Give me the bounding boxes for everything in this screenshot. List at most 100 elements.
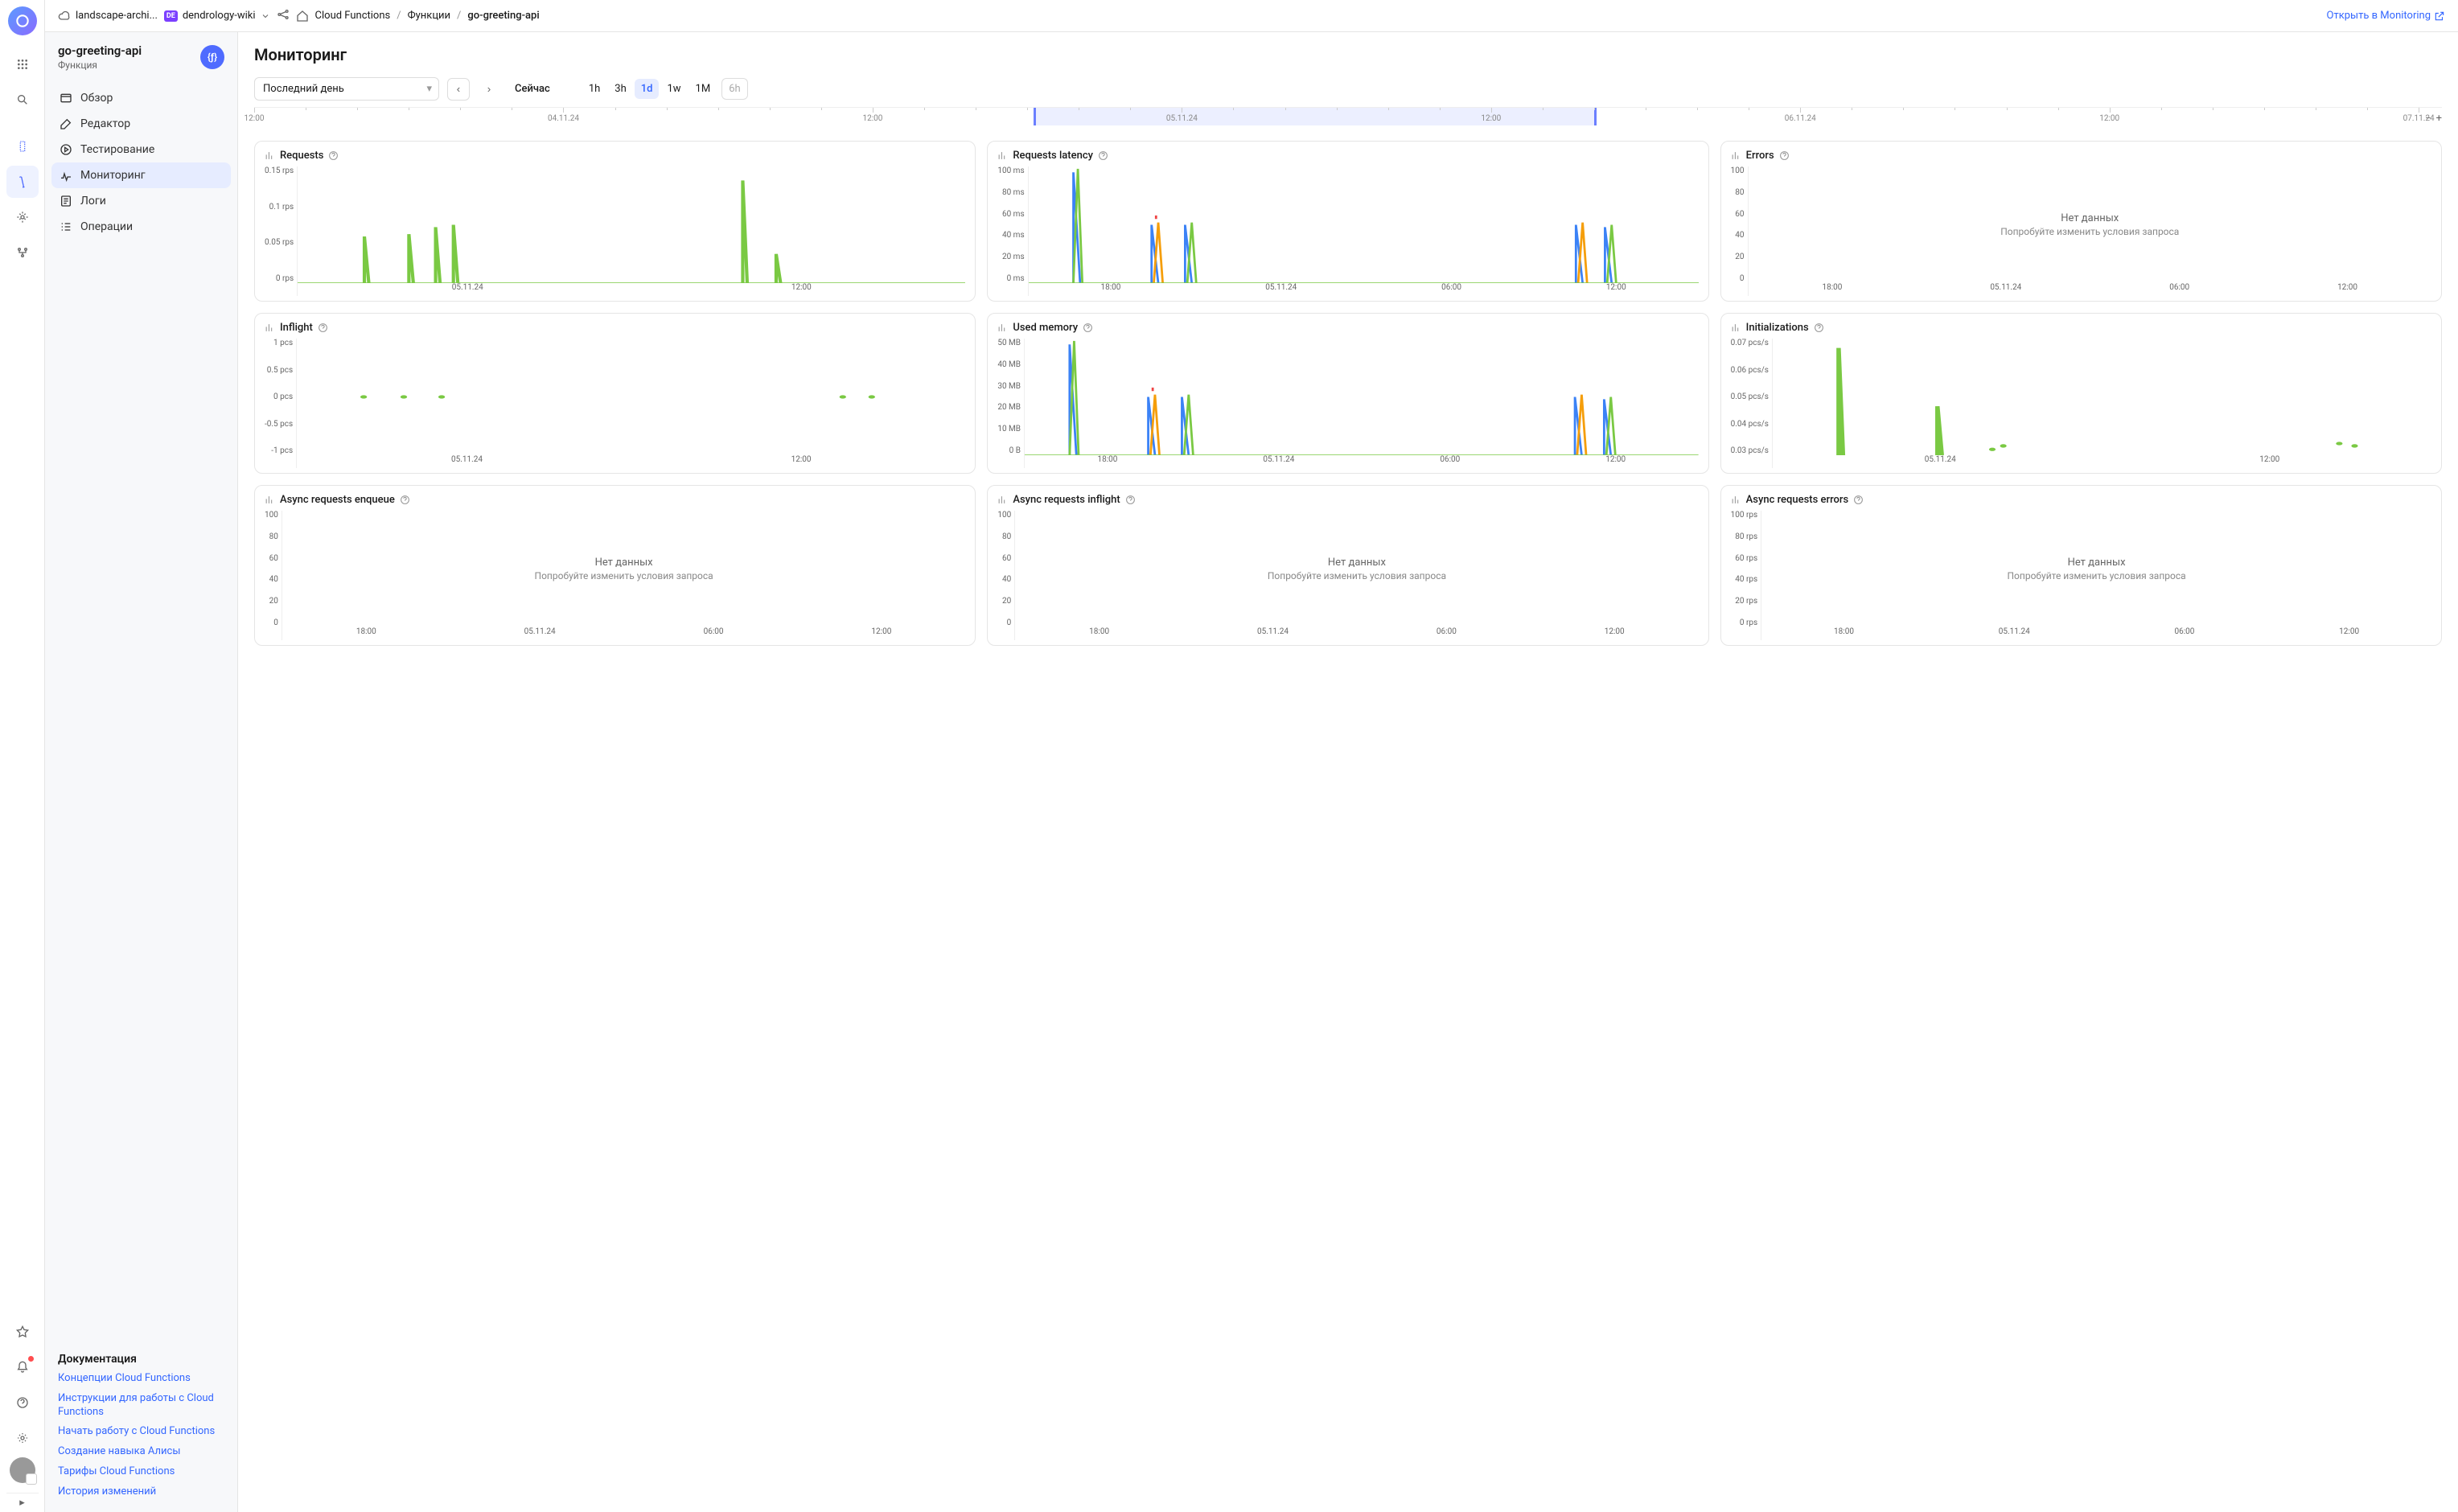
search-icon[interactable]: [6, 84, 39, 116]
plot[interactable]: 05.11.2412:00: [1772, 339, 2431, 468]
breadcrumb-item: go-greeting-api: [467, 10, 539, 22]
star-icon[interactable]: [6, 1316, 39, 1348]
function-icon: {ƒ}: [200, 45, 224, 69]
plot[interactable]: 18:0005.11.2406:0012:00: [1024, 339, 1699, 468]
next-button[interactable]: ›: [478, 78, 500, 101]
now-button[interactable]: Сейчас: [508, 79, 557, 99]
preset-1d[interactable]: 1d: [635, 79, 660, 99]
y-axis: 50 MB40 MB30 MB20 MB10 MB0 B: [997, 339, 1024, 468]
chart-title: Errors: [1746, 150, 1774, 162]
zoom-in-icon[interactable]: +: [2436, 113, 2442, 125]
x-axis: 05.11.2412:00: [298, 283, 965, 296]
plot[interactable]: Нет данныхПопробуйте изменить условия за…: [282, 511, 965, 640]
nav-overview[interactable]: Обзор: [51, 85, 231, 111]
graph-icon[interactable]: [277, 8, 290, 24]
help-icon[interactable]: [328, 150, 339, 161]
plot[interactable]: 05.11.2412:00: [297, 166, 965, 296]
bell-icon[interactable]: [6, 1351, 39, 1383]
help-icon[interactable]: [1098, 150, 1108, 161]
topbar: landscape-archi... DEdendrology-wiki Clo…: [45, 0, 2458, 32]
gear-icon[interactable]: [6, 1422, 39, 1454]
y-axis: 100806040200: [1731, 166, 1748, 296]
chart-title: Async requests inflight: [1013, 494, 1120, 506]
rail-function-outline-icon[interactable]: [6, 130, 39, 162]
help-icon[interactable]: [1083, 323, 1093, 333]
preset-6h[interactable]: 6h: [721, 78, 747, 100]
apps-icon[interactable]: [6, 48, 39, 80]
play-icon: [60, 143, 72, 156]
overview-icon: [60, 92, 72, 105]
chart-latency: Requests latency100 ms80 ms60 ms40 ms20 …: [987, 141, 1708, 302]
docs-heading: Документация: [58, 1353, 224, 1366]
doc-link[interactable]: Тарифы Cloud Functions: [58, 1465, 224, 1479]
nav-monitoring[interactable]: Мониторинг: [51, 162, 231, 188]
range-select[interactable]: Последний день: [254, 77, 439, 101]
collapse-icon[interactable]: ▸: [6, 1493, 39, 1512]
plot[interactable]: Нет данныхПопробуйте изменить условия за…: [1761, 511, 2431, 640]
chart-icon: [997, 323, 1008, 333]
rail-network-icon[interactable]: [6, 236, 39, 269]
prev-button[interactable]: ‹: [447, 78, 470, 101]
chart-inflight: Inflight1 pcs0.5 pcs0 pcs-0.5 pcs-1 pcs0…: [254, 313, 976, 474]
help-icon[interactable]: [400, 495, 410, 505]
no-data: Нет данныхПопробуйте изменить условия за…: [1761, 511, 2431, 640]
no-data: Нет данныхПопробуйте изменить условия за…: [1749, 166, 2431, 296]
preset-1h[interactable]: 1h: [582, 79, 606, 99]
help-icon[interactable]: [1125, 495, 1136, 505]
home-icon[interactable]: [296, 10, 309, 23]
help-icon[interactable]: [318, 323, 328, 333]
breadcrumb-service[interactable]: Cloud Functions: [315, 10, 391, 22]
help-icon[interactable]: [1779, 150, 1790, 161]
open-monitoring-link[interactable]: Открыть в Monitoring: [2327, 10, 2446, 22]
chart-icon: [1731, 495, 1741, 505]
nav-testing[interactable]: Тестирование: [51, 137, 231, 162]
chart-icon: [1731, 150, 1741, 161]
x-axis: 18:0005.11.2406:0012:00: [1025, 455, 1699, 468]
help-icon[interactable]: [1853, 495, 1864, 505]
preset-1M[interactable]: 1M: [689, 79, 717, 99]
doc-link[interactable]: Концепции Cloud Functions: [58, 1372, 224, 1386]
plot[interactable]: Нет данныхПопробуйте изменить условия за…: [1748, 166, 2431, 296]
rail-settings-icon[interactable]: [6, 201, 39, 233]
doc-link[interactable]: Начать работу с Cloud Functions: [58, 1425, 224, 1439]
timeline[interactable]: 12:0004.11.2412:0005.11.2412:0006.11.241…: [254, 107, 2442, 129]
preset-3h[interactable]: 3h: [608, 79, 632, 99]
logs-icon: [60, 195, 72, 207]
timeline-selection[interactable]: [1034, 108, 1597, 125]
folder-badge: DE: [164, 10, 178, 22]
avatar[interactable]: [10, 1457, 35, 1483]
y-axis: 100806040200: [997, 511, 1014, 640]
doc-link[interactable]: Создание навыка Алисы: [58, 1445, 224, 1459]
doc-link[interactable]: Инструкции для работы с Cloud Functions: [58, 1392, 224, 1420]
no-data: Нет данныхПопробуйте изменить условия за…: [1015, 511, 1698, 640]
chart-title: Async requests errors: [1746, 494, 1849, 506]
plot[interactable]: Нет данныхПопробуйте изменить условия за…: [1014, 511, 1698, 640]
breadcrumb-section[interactable]: Функции: [408, 10, 450, 22]
logo[interactable]: [8, 6, 37, 35]
x-axis: 18:0005.11.2406:0012:00: [1015, 627, 1698, 640]
no-data: Нет данныхПопробуйте изменить условия за…: [282, 511, 965, 640]
x-axis: 05.11.2412:00: [1773, 455, 2431, 468]
chart-requests: Requests0.15 rps0.1 rps0.05 rps0 rps05.1…: [254, 141, 976, 302]
nav-logs[interactable]: Логи: [51, 188, 231, 214]
plot[interactable]: 05.11.2412:00: [296, 339, 965, 468]
chart-title: Initializations: [1746, 322, 1809, 334]
pencil-icon: [60, 117, 72, 130]
doc-link[interactable]: История изменений: [58, 1485, 224, 1499]
y-axis: 100806040200: [265, 511, 282, 640]
breadcrumb-folder[interactable]: DEdendrology-wiki: [164, 10, 270, 22]
content: Мониторинг Последний день ‹ › Сейчас 1h3…: [238, 32, 2458, 1512]
chevron-down-icon: [261, 11, 270, 21]
cloud-icon: [58, 10, 71, 23]
help-icon[interactable]: [6, 1387, 39, 1419]
time-controls: Последний день ‹ › Сейчас 1h3h1d1w1M6h: [254, 77, 2442, 101]
help-icon[interactable]: [1814, 323, 1824, 333]
nav-editor[interactable]: Редактор: [51, 111, 231, 137]
x-axis: 18:0005.11.2406:0012:00: [1761, 627, 2431, 640]
nav-operations[interactable]: Операции: [51, 214, 231, 240]
preset-1w[interactable]: 1w: [660, 79, 687, 99]
x-axis: 05.11.2412:00: [297, 455, 965, 468]
rail-function-icon[interactable]: [6, 166, 39, 198]
plot[interactable]: 18:0005.11.2406:0012:00: [1028, 166, 1699, 296]
breadcrumb-cloud[interactable]: landscape-archi...: [58, 10, 158, 23]
